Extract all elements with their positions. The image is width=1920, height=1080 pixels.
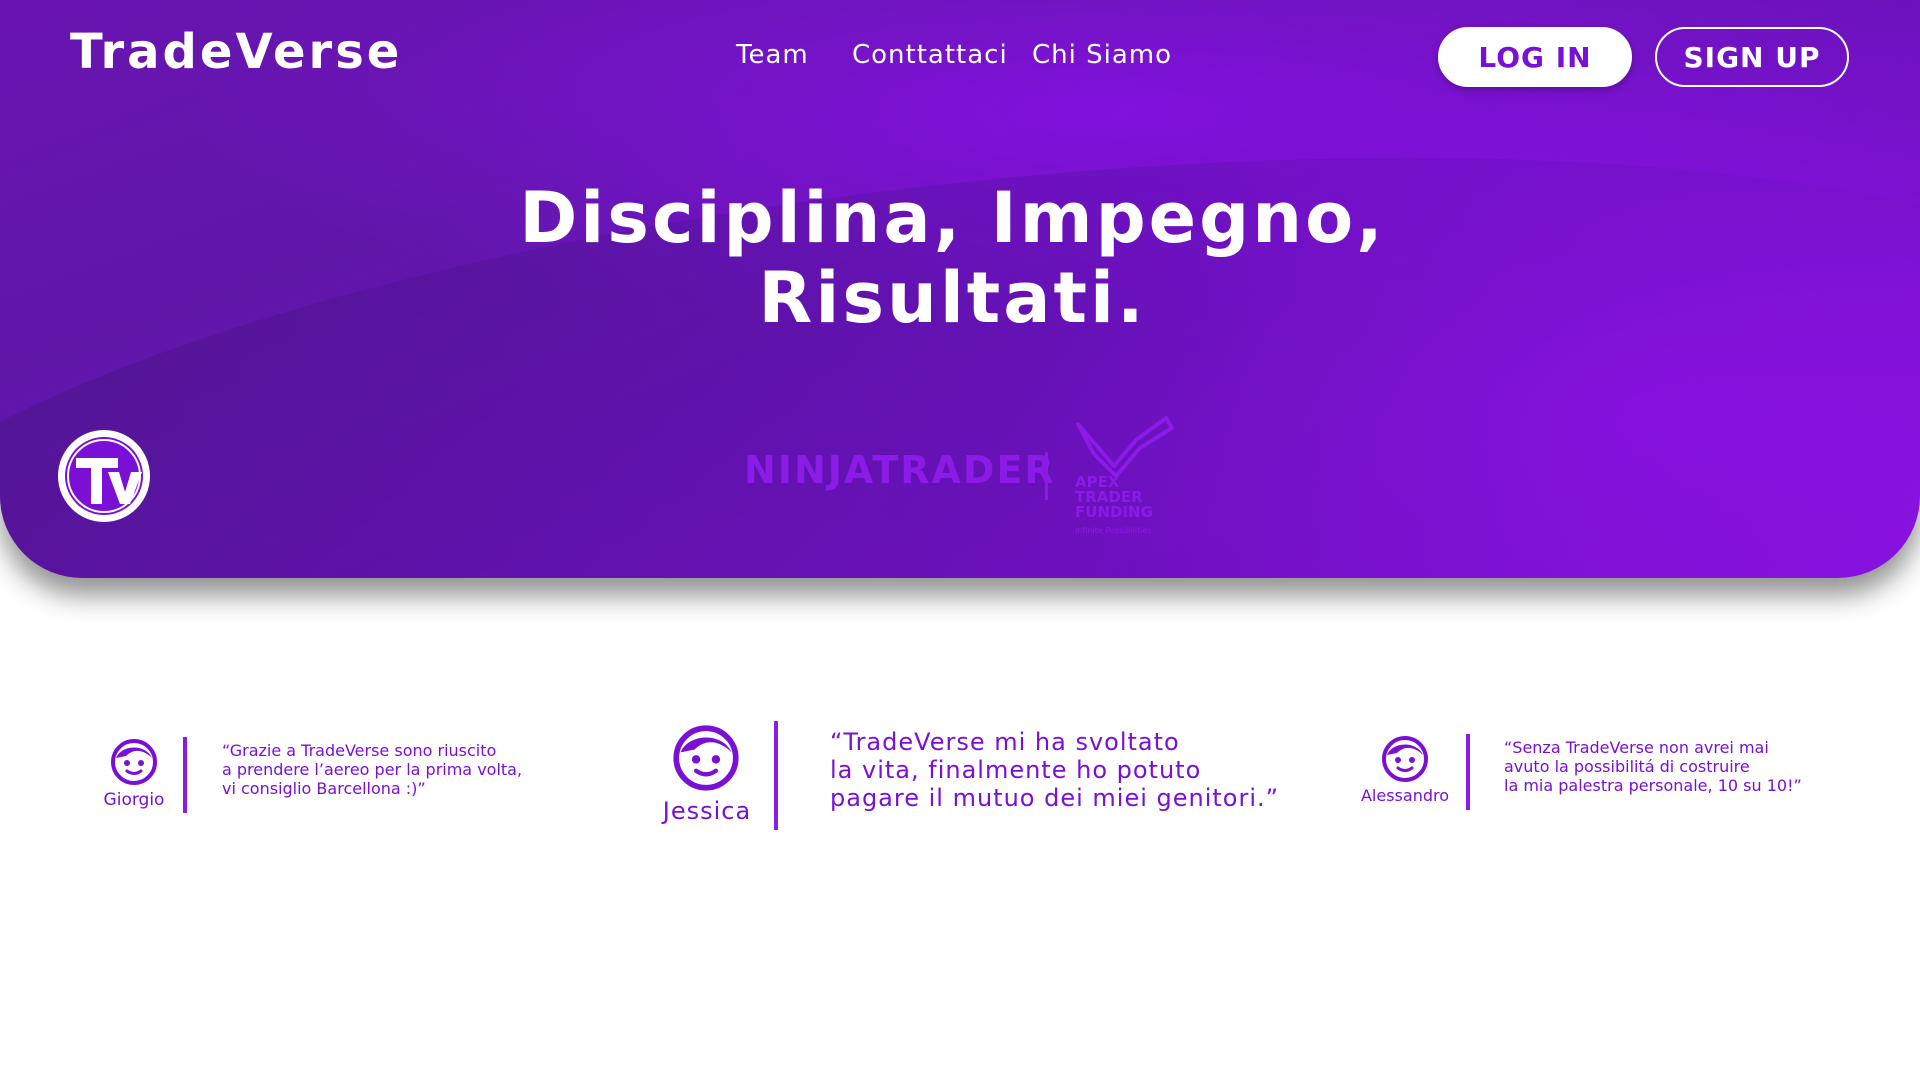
partner-divider [1045, 452, 1048, 500]
tradeverse-tv-logo-icon[interactable] [56, 428, 152, 524]
testimonial-author: Jessica [662, 797, 752, 825]
face-icon [111, 739, 157, 785]
testimonial-author: Alessandro [1360, 786, 1450, 805]
face-icon [1382, 736, 1428, 782]
testimonial-divider [183, 737, 187, 813]
testimonial-quote: “TradeVerse mi ha svoltato la vita, fina… [830, 728, 1280, 812]
nav-about-link[interactable]: Chi Siamo [1032, 40, 1172, 70]
hero-headline: Disciplina, Impegno, Risultati. [0, 178, 1905, 338]
apex-tagline: Infinite Possibilities [1075, 526, 1152, 535]
main-nav: Team Conttattaci Chi Siamo [0, 40, 1920, 80]
testimonial-quote: “Grazie a TradeVerse sono riuscito a pre… [222, 741, 523, 798]
headline-line-1: Disciplina, Impegno, [519, 177, 1386, 259]
nav-team-link[interactable]: Team [736, 40, 809, 70]
apex-trader-funding-text: APEX TRADER FUNDING [1075, 475, 1153, 520]
testimonial-divider [1466, 734, 1470, 810]
login-button[interactable]: LOG IN [1438, 27, 1632, 87]
testimonial-author: Giorgio [103, 790, 165, 810]
testimonial-quote: “Senza TradeVerse non avrei mai avuto la… [1504, 738, 1802, 795]
face-icon [673, 725, 739, 791]
ninjatrader-partner-logo: NINJATRADER [744, 448, 1056, 492]
apex-text-line-3: FUNDING [1075, 503, 1153, 521]
headline-line-2: Risultati. [758, 257, 1147, 339]
signup-button[interactable]: SIGN UP [1655, 27, 1849, 87]
hero-banner: TradeVerse Team Conttattaci Chi Siamo LO… [0, 0, 1920, 578]
testimonial-divider [774, 721, 778, 830]
nav-contact-link[interactable]: Conttattaci [852, 40, 1008, 70]
